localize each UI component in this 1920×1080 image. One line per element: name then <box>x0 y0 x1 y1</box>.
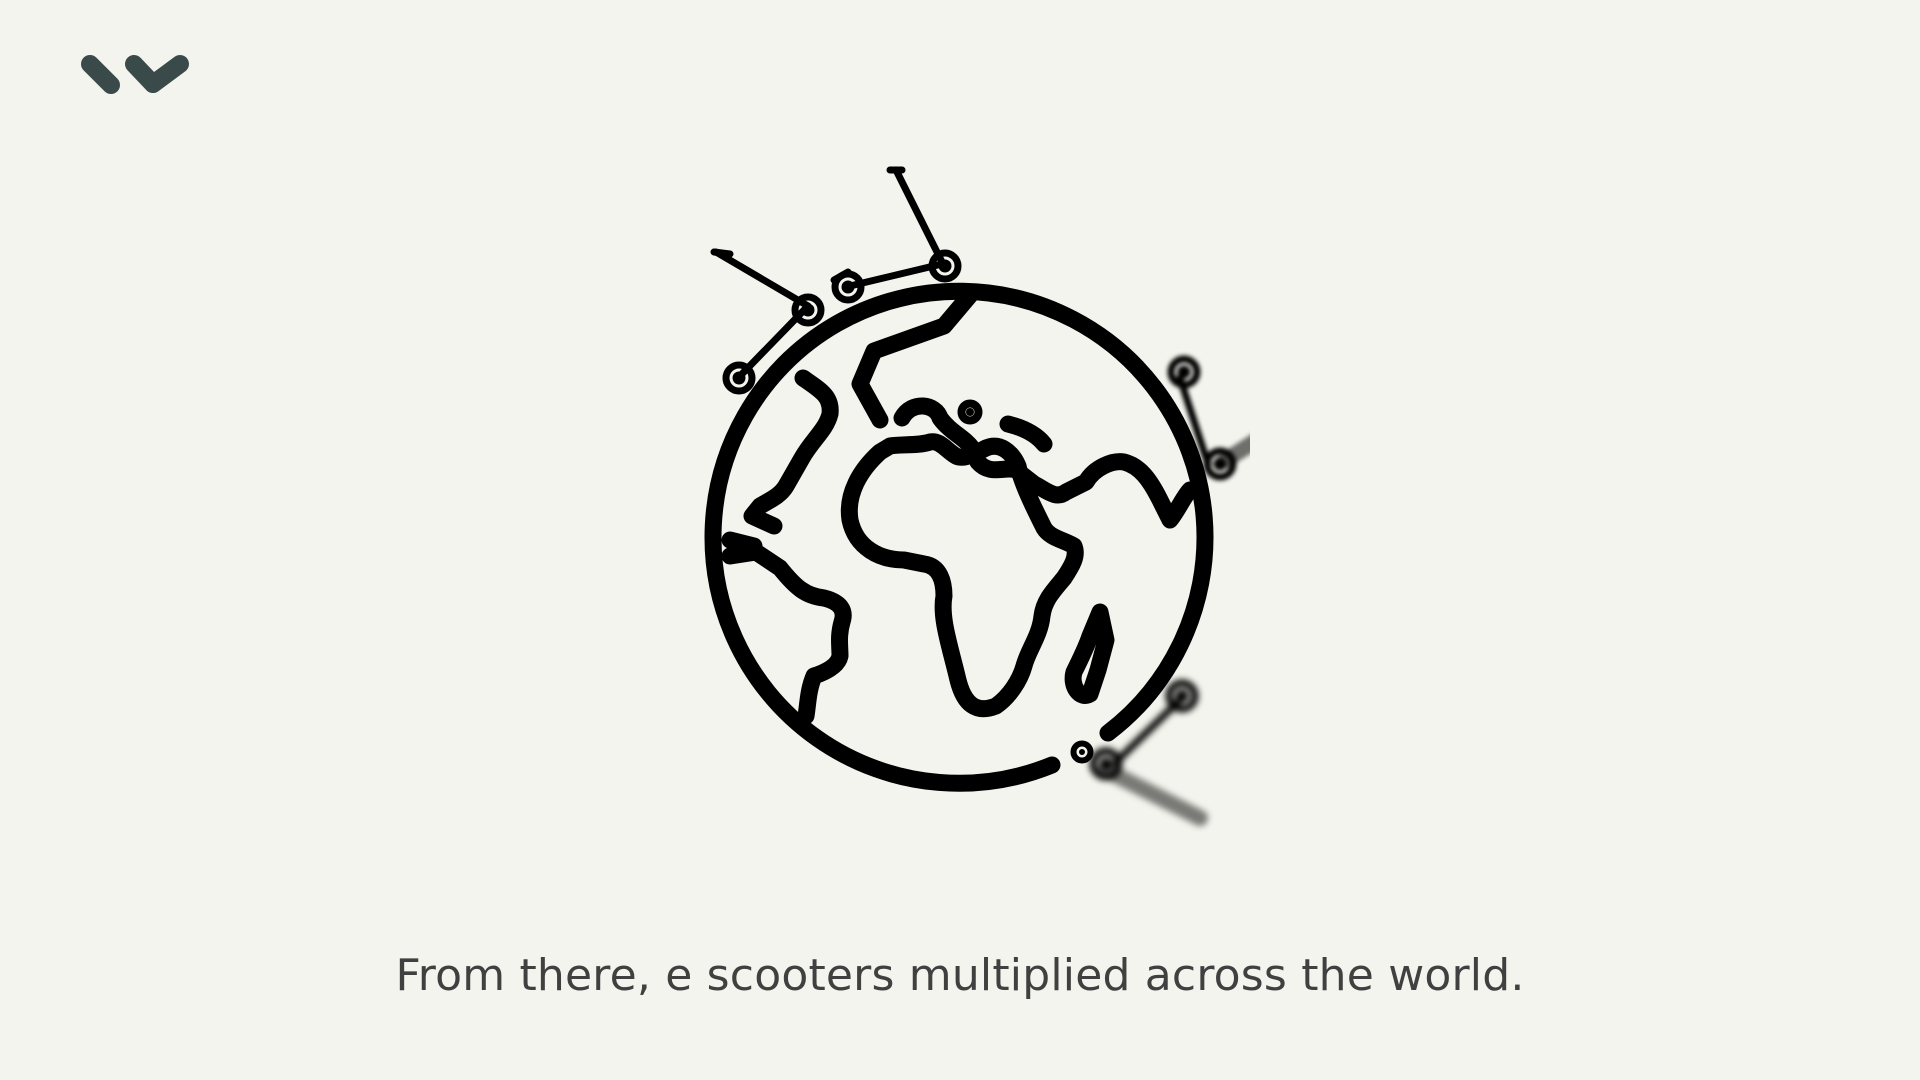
caption-text: From there, e scooters multiplied across… <box>395 950 1525 1001</box>
e-scooter-icon <box>830 166 962 304</box>
w-logo-icon <box>81 55 189 94</box>
slide: From there, e scooters multiplied across… <box>0 0 1920 1080</box>
globe-illustration <box>704 166 1250 826</box>
earth-globe-icon <box>704 282 1214 792</box>
